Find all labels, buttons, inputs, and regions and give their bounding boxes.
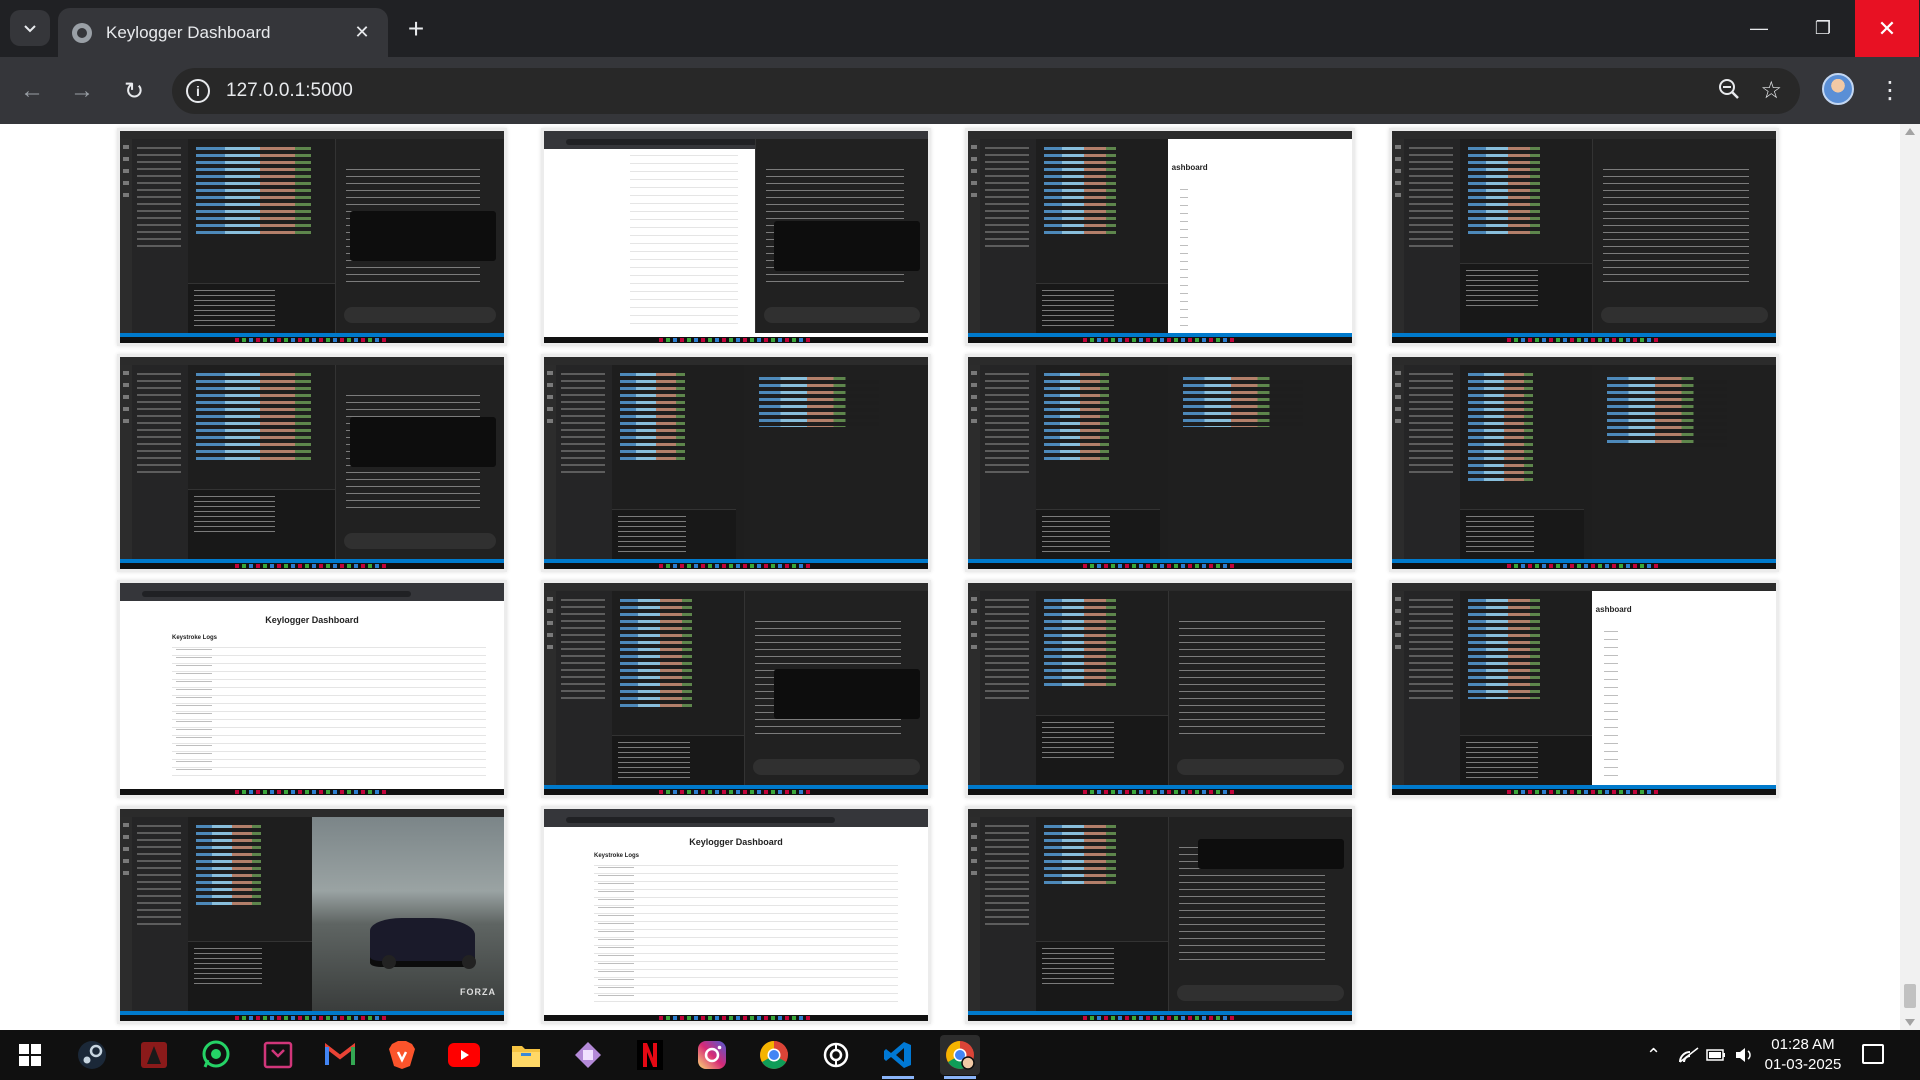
close-tab-icon[interactable]: ✕ xyxy=(350,22,374,43)
wifi-icon[interactable] xyxy=(1678,1030,1700,1080)
scroll-down-arrow-icon[interactable] xyxy=(1905,1019,1915,1026)
screenshot-thumbnail[interactable] xyxy=(117,354,507,572)
netflix-icon[interactable] xyxy=(630,1035,670,1075)
windows-taskbar: ⌃ 01:28 AM 01-03-2025 xyxy=(0,1030,1920,1080)
chrome-icon[interactable] xyxy=(754,1035,794,1075)
globe-icon xyxy=(72,22,92,43)
screenshot-thumbnail[interactable] xyxy=(1389,128,1779,346)
youtube-icon[interactable] xyxy=(444,1035,484,1075)
chrome-menu-button[interactable]: ⋮ xyxy=(1875,71,1905,111)
screenshot-thumbnail[interactable] xyxy=(541,580,931,798)
thumbnail-dashboard-heading: Keylogger Dashboard xyxy=(265,615,359,625)
page-viewport: ashboard Keylogger Dashboard Keystroke L… xyxy=(0,124,1900,1030)
scroll-up-arrow-icon[interactable] xyxy=(1905,128,1915,135)
file-explorer-icon[interactable] xyxy=(506,1035,546,1075)
whatsapp-icon[interactable] xyxy=(196,1035,236,1075)
maximize-button[interactable]: ❐ xyxy=(1791,0,1855,57)
instagram-icon[interactable] xyxy=(692,1035,732,1075)
clock-date: 01-03-2025 xyxy=(1764,1056,1842,1073)
scrollbar-thumb[interactable] xyxy=(1904,984,1916,1008)
screenshot-thumbnail[interactable] xyxy=(541,128,931,346)
bookmark-star-icon[interactable]: ☆ xyxy=(1760,76,1782,105)
screenshot-thumbnail[interactable] xyxy=(965,580,1355,798)
screenshot-grid: ashboard Keylogger Dashboard Keystroke L… xyxy=(117,128,1779,1024)
game-app-icon[interactable] xyxy=(134,1035,174,1075)
chatgpt-icon[interactable] xyxy=(816,1035,856,1075)
screenshot-thumbnail[interactable]: ashboard xyxy=(965,128,1355,346)
tab-strip: Keylogger Dashboard ✕ + — ❐ ✕ xyxy=(0,0,1920,57)
url-text[interactable]: 127.0.0.1:5000 xyxy=(226,80,353,102)
screenshot-thumbnail[interactable] xyxy=(117,128,507,346)
page-scrollbar[interactable] xyxy=(1900,124,1920,1030)
screenshot-thumbnail[interactable]: ashboard xyxy=(1389,580,1779,798)
notification-center-icon[interactable] xyxy=(1862,1044,1884,1064)
new-tab-button[interactable]: + xyxy=(400,14,432,46)
browser-toolbar: ← → ↻ i 127.0.0.1:5000 ☆ ⋮ xyxy=(0,57,1920,124)
screenshot-thumbnail[interactable]: Keylogger Dashboard Keystroke Logs xyxy=(117,580,507,798)
thumbnail-dashboard-heading: ashboard xyxy=(1595,605,1632,614)
forward-button[interactable]: → xyxy=(62,71,102,111)
address-bar[interactable]: i 127.0.0.1:5000 ☆ xyxy=(172,68,1800,114)
screenshot-thumbnail[interactable] xyxy=(1389,354,1779,572)
game-logo: FORZA xyxy=(460,987,496,997)
system-clock[interactable]: 01:28 AM 01-03-2025 xyxy=(1748,1035,1858,1075)
thumbnail-dashboard-subheading: Keystroke Logs xyxy=(172,635,218,641)
tab-search-button[interactable] xyxy=(10,10,50,46)
screenshot-thumbnail[interactable] xyxy=(965,354,1355,572)
chevron-down-icon xyxy=(24,25,36,33)
screenshot-thumbnail[interactable] xyxy=(541,354,931,572)
gmail-icon[interactable] xyxy=(320,1035,360,1075)
minimize-button[interactable]: — xyxy=(1727,0,1791,57)
battery-icon[interactable] xyxy=(1706,1030,1726,1080)
brave-icon[interactable] xyxy=(382,1035,422,1075)
reload-button[interactable]: ↻ xyxy=(114,71,154,111)
screenshot-thumbnail[interactable] xyxy=(965,806,1355,1024)
show-hidden-icons-button[interactable]: ⌃ xyxy=(1646,1030,1661,1080)
tab-keylogger-dashboard[interactable]: Keylogger Dashboard ✕ xyxy=(58,8,388,57)
back-button[interactable]: ← xyxy=(12,71,52,111)
thumbnail-dashboard-heading: Keylogger Dashboard xyxy=(689,837,783,847)
gallery-app-icon[interactable] xyxy=(568,1035,608,1075)
terminal-app-icon[interactable] xyxy=(258,1035,298,1075)
screenshot-thumbnail[interactable]: Keylogger Dashboard Keystroke Logs xyxy=(541,806,931,1024)
tab-title: Keylogger Dashboard xyxy=(106,22,271,42)
zoom-icon[interactable] xyxy=(1718,78,1740,106)
chrome-profile-icon[interactable] xyxy=(940,1035,980,1079)
windows-start-icon[interactable] xyxy=(10,1035,50,1075)
thumbnail-dashboard-subheading: Keystroke Logs xyxy=(594,853,640,859)
game-screenshot: FORZA xyxy=(312,817,504,1011)
screenshot-thumbnail[interactable]: FORZA xyxy=(117,806,507,1024)
chevron-up-icon: ⌃ xyxy=(1646,1044,1662,1065)
close-window-button[interactable]: ✕ xyxy=(1855,0,1919,57)
clock-time: 01:28 AM xyxy=(1771,1036,1835,1053)
car-image xyxy=(369,917,476,969)
vscode-icon[interactable] xyxy=(878,1035,918,1079)
steam-icon[interactable] xyxy=(72,1035,112,1075)
thumbnail-dashboard-heading: ashboard xyxy=(1171,163,1208,172)
site-info-icon[interactable]: i xyxy=(186,79,210,103)
profile-avatar[interactable] xyxy=(1822,73,1854,105)
